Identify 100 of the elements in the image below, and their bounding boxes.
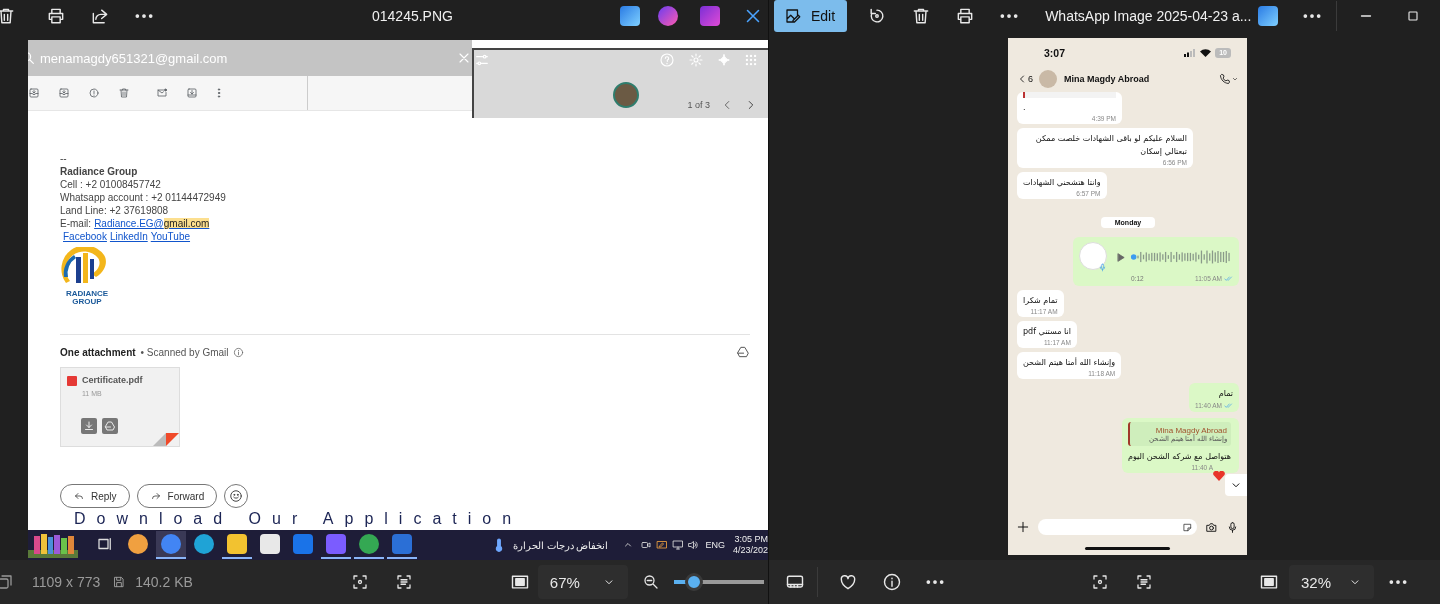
contact-line: Whatsapp account : +2 01144472949 — [60, 191, 227, 204]
message-text: تمام — [1217, 388, 1233, 400]
logo-text: RADIANCE — [64, 290, 110, 298]
archive-icon[interactable] — [58, 87, 70, 99]
status-time: 3:07 — [1044, 47, 1065, 59]
pen-icon[interactable] — [656, 539, 669, 551]
signal-icon — [1184, 49, 1197, 57]
download-button[interactable] — [81, 418, 97, 434]
message-text: انا مستني pdf — [1023, 326, 1071, 338]
add-to-drive-icon[interactable] — [736, 345, 750, 359]
message-text: وانتا هتشحني الشهادات — [1023, 177, 1101, 189]
file-size: 140.2 KB — [135, 574, 193, 590]
language-indicator[interactable]: ENG — [705, 540, 725, 550]
move-icon[interactable] — [186, 87, 198, 99]
favorite-icon[interactable] — [838, 572, 858, 592]
text-scan-icon[interactable] — [394, 573, 413, 591]
message-text: وإنشاء الله أمتا هيتم الشحن — [1023, 356, 1116, 369]
logo-text: GROUP — [71, 298, 103, 306]
text-scan-icon[interactable] — [1135, 573, 1153, 591]
signature-separator: -- — [60, 152, 68, 165]
app-icon — [293, 534, 313, 554]
message-text: . — [1023, 102, 1027, 114]
clapper-app-icon[interactable] — [700, 6, 720, 26]
contact-name[interactable]: Mina Magdy Abroad — [1064, 74, 1150, 84]
share-icon[interactable] — [90, 6, 110, 26]
social-link[interactable]: LinkedIn — [109, 230, 148, 243]
save-to-drive-button[interactable] — [102, 418, 118, 434]
message-text: تمام شكرا — [1023, 295, 1058, 307]
page-counter: 1 of 3 — [687, 100, 710, 110]
message-input[interactable] — [1038, 519, 1197, 535]
quote-author: Mina Magdy Abroad — [1154, 426, 1227, 435]
mic-icon — [1098, 263, 1107, 272]
edit-button[interactable]: Edit — [774, 0, 848, 32]
zoom-dropdown[interactable]: 67% — [537, 565, 628, 599]
maximize-icon[interactable] — [1405, 8, 1421, 24]
reply-icon — [73, 490, 85, 502]
archive-icon[interactable] — [28, 87, 40, 99]
app-icon — [194, 534, 214, 554]
contact-line: Land Line: +2 37619808 — [60, 204, 170, 217]
clock-date[interactable]: 4/23/202 — [732, 545, 768, 556]
fit-frame-icon[interactable] — [1259, 572, 1279, 592]
visual-search-icon[interactable] — [350, 573, 369, 591]
download-icon — [83, 420, 95, 432]
weather-text[interactable]: انخفاض درجات الحرارة — [512, 539, 609, 551]
delete-icon[interactable] — [0, 6, 16, 26]
emoji-button[interactable] — [224, 484, 249, 508]
page-corner-icon — [153, 433, 179, 446]
print-icon[interactable] — [46, 6, 66, 26]
fit-frame-icon[interactable] — [509, 572, 530, 592]
social-link[interactable]: YouTube — [150, 230, 191, 243]
plus-icon[interactable] — [1016, 520, 1030, 534]
message-text: السلام عليكم لو باقى الشهادات خلصت ممكن تبعتالي إسكان — [1034, 133, 1187, 158]
network-icon[interactable] — [672, 539, 685, 551]
window-title: WhatsApp Image 2025-04-23 a... — [1045, 8, 1252, 24]
forward-icon — [149, 490, 162, 502]
taskbar-app[interactable] — [321, 531, 351, 559]
zoom-dropdown[interactable]: 32% — [1289, 565, 1374, 599]
attachment-heading: One attachment — [60, 345, 136, 359]
social-link[interactable]: Facebook — [63, 230, 107, 243]
play-icon[interactable] — [1115, 251, 1126, 263]
contact-line: Cell : +2 01008457742 — [60, 178, 162, 191]
app-icon — [227, 534, 247, 554]
taskbar-app[interactable] — [387, 531, 417, 559]
wifi-icon — [1200, 49, 1212, 57]
phone-icon[interactable] — [1219, 73, 1231, 85]
reply-button[interactable]: Reply — [60, 484, 130, 508]
scan-note: • Scanned by Gmail — [140, 345, 229, 359]
app-icon — [260, 534, 280, 554]
pdf-icon — [67, 375, 77, 386]
camera-icon[interactable] — [640, 539, 653, 551]
email-link[interactable]: Radiance.EG@gmail.com — [94, 217, 210, 230]
clock-time[interactable]: 3:05 PM — [734, 534, 768, 545]
app-icon — [128, 534, 148, 554]
camera-icon[interactable] — [1205, 520, 1218, 534]
avatar[interactable] — [613, 82, 640, 108]
task-view-icon — [96, 535, 114, 553]
image-dimensions: 1109 x 773 — [32, 574, 101, 590]
mic-icon[interactable] — [1226, 520, 1239, 534]
zoom-out-icon[interactable] — [641, 573, 660, 591]
unread-count: 6 — [1028, 74, 1033, 84]
report-icon[interactable] — [88, 87, 100, 99]
company-name: Radiance Group — [60, 165, 139, 178]
volume-icon[interactable] — [687, 539, 700, 551]
heart-reaction-icon[interactable] — [1213, 471, 1225, 481]
app-icon — [161, 534, 181, 554]
visual-search-icon[interactable] — [1091, 573, 1109, 591]
sticker-icon[interactable] — [1182, 521, 1193, 533]
chevron-down-icon[interactable] — [1231, 75, 1239, 83]
mark-unread-icon[interactable] — [156, 87, 168, 99]
swirl-app-icon[interactable] — [658, 6, 678, 26]
drive-icon — [104, 420, 116, 432]
attachment-name: Certificate.pdf — [82, 374, 143, 387]
app-icon — [359, 534, 379, 554]
image-app-icon[interactable] — [1258, 6, 1278, 26]
sender-avatar — [1079, 242, 1107, 270]
image-size-icon — [0, 573, 14, 591]
edit-image-icon — [784, 7, 802, 25]
forward-button[interactable]: Forward — [136, 484, 218, 508]
taskbar-app[interactable] — [222, 531, 252, 559]
image-app-icon[interactable] — [620, 6, 640, 26]
